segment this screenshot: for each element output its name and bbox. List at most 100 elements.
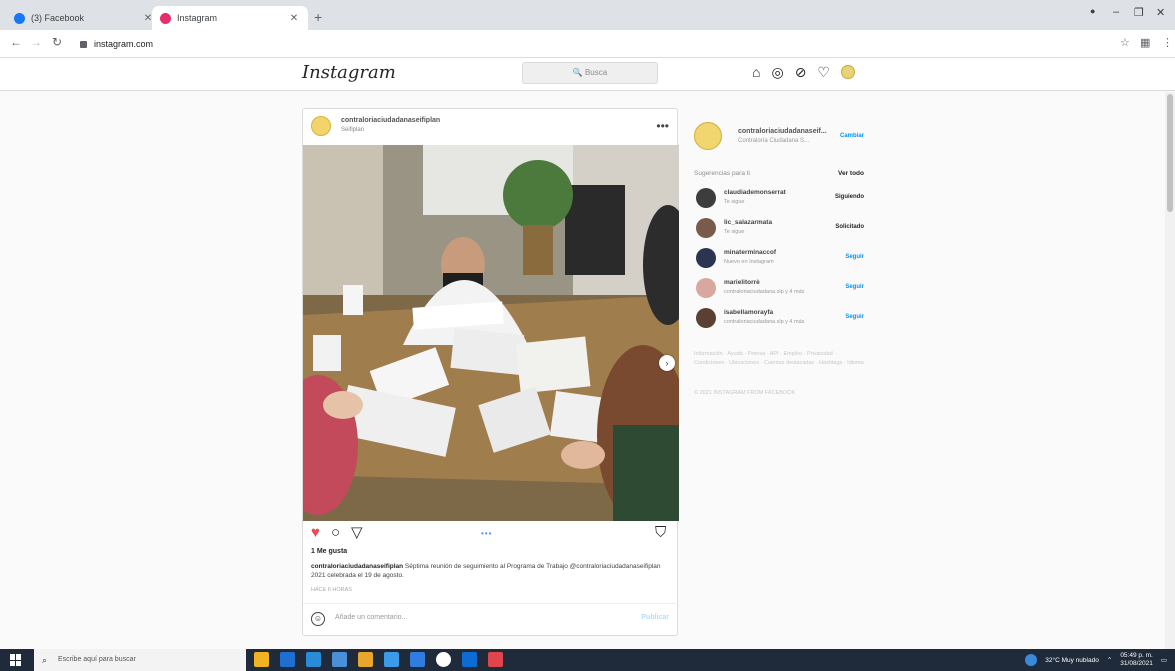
suggestion-name[interactable]: marielitorrè — [724, 279, 760, 286]
weather-icon[interactable] — [1025, 654, 1038, 666]
profile-avatar[interactable] — [840, 65, 855, 79]
suggestion-avatar[interactable] — [696, 278, 716, 298]
instagram-header: Instagram 🔍 Busca ⌂ ◎ ⊘ ♡ — [0, 58, 1175, 91]
explore-icon[interactable]: ⊘ — [795, 64, 807, 80]
suggestion-avatar[interactable] — [696, 218, 716, 238]
tray-chevron-icon[interactable]: ⌃ — [1107, 656, 1112, 664]
copyright: © 2021 INSTAGRAM FROM FACEBOOK — [694, 390, 796, 396]
close-tab-icon[interactable]: ✕ — [288, 13, 300, 24]
new-tab-button[interactable]: + — [314, 9, 322, 25]
account-username[interactable]: contraloriaciudadanaseif... — [738, 128, 827, 135]
follow-button[interactable]: Seguir — [845, 314, 864, 320]
messenger-icon[interactable]: ◎ — [771, 64, 783, 80]
suggestion-item: isabellamorayfa contraloriaciudadana.slp… — [694, 306, 864, 334]
suggestion-name[interactable]: lic_salazarmata — [724, 219, 772, 226]
folder-icon[interactable] — [358, 652, 373, 667]
post-caption: contraloriaciudadanaseifiplan Séptima re… — [311, 562, 671, 580]
teams-icon[interactable] — [462, 652, 477, 667]
suggestion-name[interactable]: isabellamorayfa — [724, 309, 773, 316]
suggestion-avatar[interactable] — [696, 308, 716, 328]
suggestion-avatar[interactable] — [696, 248, 716, 268]
page-scrollbar[interactable] — [1165, 92, 1175, 649]
url-text: instagram.com — [94, 39, 154, 49]
see-all-link[interactable]: Ver todo — [838, 170, 864, 177]
post-card: contraloriaciudadanaseifiplan Seifiplan … — [302, 108, 679, 636]
tab-label: Instagram — [177, 13, 218, 23]
suggestion-avatar[interactable] — [696, 188, 716, 208]
star-icon[interactable]: ☆ — [1120, 36, 1130, 49]
switch-account-button[interactable]: Cambiar — [840, 133, 864, 139]
back-icon[interactable]: ← — [10, 35, 22, 49]
forward-icon[interactable]: → — [30, 35, 42, 49]
post-photo[interactable]: › — [303, 145, 679, 521]
word-icon[interactable] — [384, 652, 399, 667]
account-avatar[interactable] — [694, 122, 722, 150]
suggestions-header: Sugerencias para ti Ver todo — [694, 170, 864, 177]
mail-icon[interactable] — [410, 652, 425, 667]
clock-date: 31/08/2021 — [1120, 660, 1153, 667]
suggestion-name[interactable]: minaterminaccof — [724, 249, 776, 256]
home-icon[interactable]: ⌂ — [752, 64, 760, 80]
post-location[interactable]: Seifiplan — [341, 127, 364, 133]
like-heart-icon[interactable]: ♥ — [311, 525, 320, 541]
tab-instagram[interactable]: Instagram ✕ — [152, 6, 308, 30]
close-button[interactable]: ✕ — [1156, 6, 1165, 19]
taskbar-search-placeholder: Escribe aquí para buscar — [58, 656, 136, 663]
profile-icon[interactable]: ● — [1090, 6, 1095, 16]
windows-taskbar: ⌕ Escribe aquí para buscar 32°C Muy nubl… — [0, 649, 1175, 671]
current-account: contraloriaciudadanaseif... Contraloría … — [694, 118, 864, 154]
notifications-icon[interactable]: ▭ — [1161, 656, 1167, 664]
photos-icon[interactable] — [488, 652, 503, 667]
browser-tab-strip: (3) Facebook ✕ Instagram ✕ + ● – ❐ ✕ — [0, 0, 1175, 30]
caption-username[interactable]: contraloriaciudadanaseifiplan — [311, 563, 403, 570]
bookmark-icon[interactable]: ⛉ — [655, 525, 666, 541]
suggestion-subtitle: Te sigue — [724, 199, 745, 205]
more-options-icon[interactable]: ••• — [656, 119, 669, 133]
suggestion-item: claudiademonserrat Te sigue Siguiendo — [694, 186, 864, 214]
reload-icon[interactable]: ↻ — [52, 35, 62, 49]
comment-icon[interactable]: ○ — [331, 525, 340, 541]
taskbar-apps — [254, 652, 503, 667]
facebook-favicon-icon — [14, 12, 25, 24]
menu-icon[interactable]: ⋮ — [1162, 36, 1173, 49]
minimize-button[interactable]: – — [1113, 6, 1119, 18]
store-icon[interactable] — [280, 652, 295, 667]
share-icon[interactable]: ▽ — [351, 525, 363, 541]
edge-icon[interactable] — [306, 652, 321, 667]
search-icon: ⌕ — [42, 655, 48, 665]
taskbar-clock[interactable]: 05:49 p. m. 31/08/2021 — [1120, 652, 1153, 668]
emoji-icon[interactable]: ☺ — [311, 612, 325, 626]
suggestion-subtitle: Te sigue — [724, 229, 745, 235]
lock-icon — [80, 40, 87, 48]
clock-time: 05:49 p. m. — [1120, 652, 1153, 659]
follow-button[interactable]: Seguir — [845, 254, 864, 260]
suggestion-name[interactable]: claudiademonserrat — [724, 189, 786, 196]
requested-button[interactable]: Solicitado — [835, 224, 864, 230]
outlook-icon[interactable] — [332, 652, 347, 667]
like-count[interactable]: 1 Me gusta — [311, 548, 347, 555]
file-explorer-icon[interactable] — [254, 652, 269, 667]
follow-button[interactable]: Seguir — [845, 284, 864, 290]
address-bar[interactable]: instagram.com — [80, 35, 1080, 53]
heart-icon[interactable]: ♡ — [817, 64, 830, 80]
search-input[interactable]: 🔍 Busca — [522, 62, 658, 84]
weather-text[interactable]: 32°C Muy nublado — [1045, 657, 1099, 664]
next-photo-icon[interactable]: › — [659, 355, 675, 371]
publish-button[interactable]: Publicar — [641, 614, 669, 621]
comment-input[interactable]: Añade un comentario... — [335, 614, 407, 621]
suggestion-subtitle: Nuevo en Instagram — [724, 259, 774, 265]
footer-links[interactable]: Información · Ayuda · Prensa · API · Emp… — [694, 350, 864, 368]
taskbar-search-input[interactable]: ⌕ Escribe aquí para buscar — [34, 649, 246, 671]
instagram-logo[interactable]: Instagram — [302, 62, 396, 83]
post-header: contraloriaciudadanaseifiplan Seifiplan … — [303, 109, 679, 145]
following-button[interactable]: Siguiendo — [835, 194, 864, 200]
scroll-thumb[interactable] — [1167, 94, 1173, 212]
post-username[interactable]: contraloriaciudadanaseifiplan — [341, 117, 440, 124]
suggestion-item: marielitorrè contraloriaciudadana.slp y … — [694, 276, 864, 304]
post-avatar[interactable] — [311, 116, 331, 136]
windows-start-icon[interactable] — [10, 654, 22, 666]
chrome-icon[interactable] — [436, 652, 451, 667]
maximize-button[interactable]: ❐ — [1134, 6, 1144, 19]
tab-facebook[interactable]: (3) Facebook ✕ — [6, 6, 162, 30]
extension-icon[interactable]: ▦ — [1140, 36, 1150, 49]
